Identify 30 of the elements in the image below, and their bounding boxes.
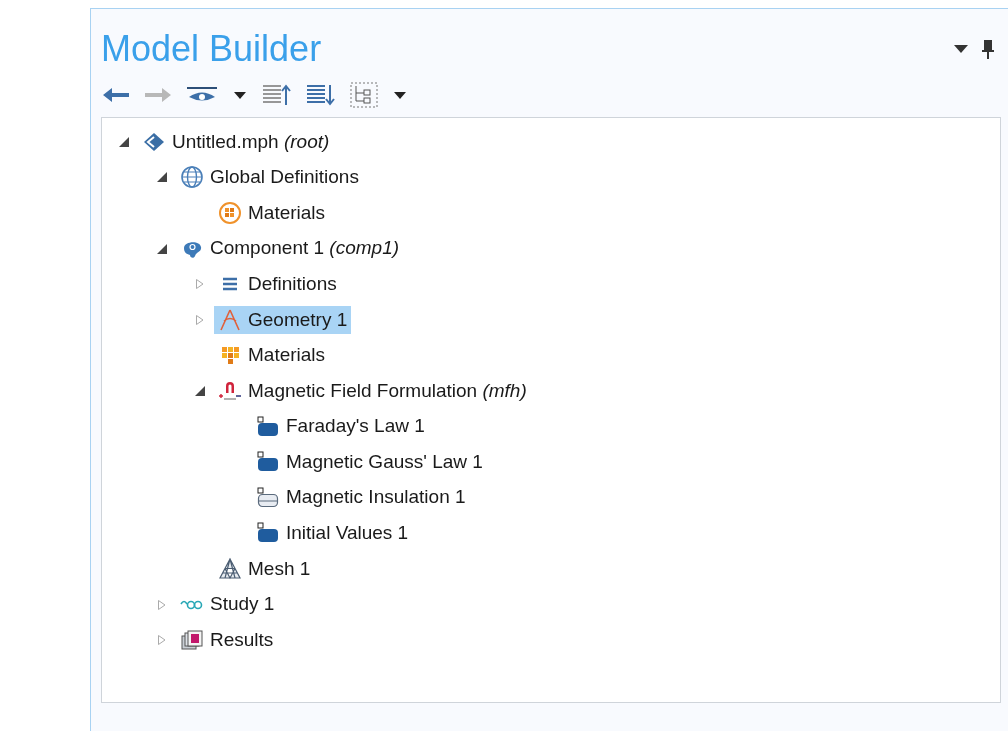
tree-item[interactable]: Results	[176, 626, 278, 655]
caret-icon	[232, 90, 248, 100]
tree-item[interactable]: Materials	[214, 341, 330, 370]
mesh-icon	[218, 556, 242, 581]
tree-item[interactable]: Component 1 (comp1)	[176, 234, 404, 263]
tree-item[interactable]: Faraday's Law 1	[252, 412, 429, 441]
tree-item[interactable]: Magnetic Insulation 1	[252, 483, 470, 512]
tree-item[interactable]: Global Definitions	[176, 163, 363, 192]
domain-icon	[256, 414, 280, 439]
caret-icon	[392, 90, 408, 100]
tree-item[interactable]: Magnetic Field Formulation (mfh)	[214, 376, 531, 405]
tree-item[interactable]: Mesh 1	[214, 554, 315, 583]
tree-item[interactable]: Definitions	[214, 270, 341, 299]
globe-icon	[180, 165, 204, 190]
tree-item[interactable]: Materials	[214, 199, 330, 227]
panel-menu-button[interactable]	[953, 44, 969, 54]
results-icon	[180, 628, 204, 653]
tree-item[interactable]: Initial Values 1	[252, 519, 413, 548]
boundary-icon	[256, 485, 280, 510]
tree-item[interactable]: Untitled.mph (root)	[138, 127, 334, 156]
panel-title: Model Builder	[101, 27, 322, 71]
materials-icon	[218, 201, 242, 225]
tree-item[interactable]: Geometry 1	[214, 305, 352, 334]
study-icon	[180, 599, 204, 610]
tree-item[interactable]: Study 1	[176, 590, 279, 619]
tree-item[interactable]: Magnetic Gauss' Law 1	[252, 448, 487, 477]
pin-button[interactable]	[981, 38, 995, 60]
compass-icon	[218, 307, 242, 332]
expand-all-button[interactable]	[305, 82, 337, 108]
collapse-all-button[interactable]	[261, 82, 293, 108]
